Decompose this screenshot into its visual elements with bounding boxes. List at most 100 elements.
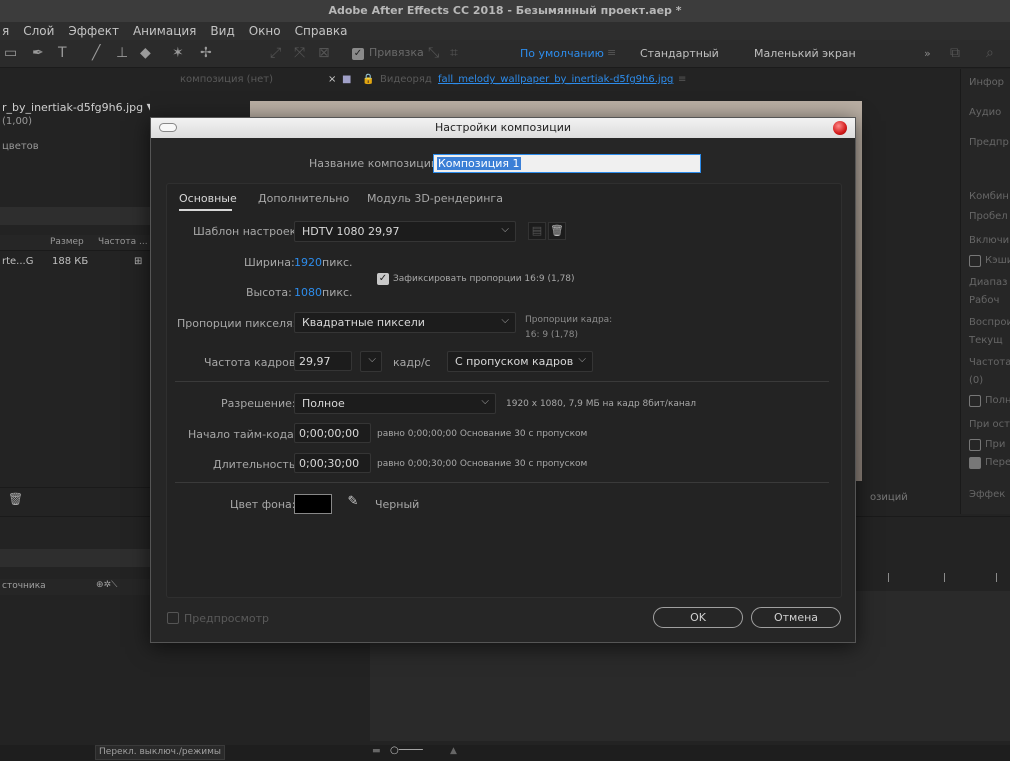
time-ruler[interactable]: | | | — [855, 557, 1010, 587]
snap-edges-icon[interactable]: ⌗ — [450, 45, 458, 61]
text-tool-icon[interactable]: T — [58, 45, 67, 61]
comp-name-input[interactable]: Композиция 1 — [433, 154, 701, 173]
start-timecode-input[interactable]: 0;00;00;00 — [294, 423, 371, 443]
width-value[interactable]: 1920 — [294, 256, 322, 269]
workspace-default[interactable]: По умолчанию — [520, 47, 604, 60]
cancel-button[interactable]: Отмена — [751, 607, 841, 628]
move-checkbox[interactable] — [969, 457, 981, 469]
ruler-tick: | — [887, 573, 891, 583]
snap-checkbox[interactable]: ✓ — [352, 48, 364, 60]
cache-label: Кэши — [985, 255, 1010, 266]
timeline-search-input[interactable] — [0, 549, 150, 567]
tab-menu-icon[interactable]: ≡ — [678, 74, 686, 85]
project-search-input[interactable] — [0, 207, 150, 225]
workspace-standard[interactable]: Стандартный — [640, 47, 719, 60]
height-unit: пикс. — [322, 286, 353, 299]
search-icon[interactable]: ⌕ — [986, 45, 994, 61]
column-frame-rate[interactable]: Частота ... — [98, 237, 148, 247]
lock-icon[interactable]: 🔒 — [362, 74, 374, 85]
shortcut-value[interactable]: Пробел — [969, 211, 1008, 222]
snap-options-icon[interactable]: ⤡ — [428, 45, 439, 61]
ok-button[interactable]: OK — [653, 607, 743, 628]
zoom-slider[interactable]: ○──── — [390, 745, 423, 756]
tab-footage-label[interactable]: Видеоряд — [380, 74, 432, 85]
list-item[interactable]: rte...G 188 КБ ⊞ — [0, 253, 150, 271]
frame-rate-value[interactable]: (0) — [969, 375, 983, 386]
pixel-aspect-dropdown[interactable]: Квадратные пиксели ⌵ — [294, 312, 516, 333]
eyedropper-icon[interactable]: ✎ — [343, 494, 363, 514]
menu-item-effect[interactable]: Эффект — [68, 22, 119, 40]
menu-item-layer-partial[interactable]: я — [2, 22, 9, 40]
pen-tool-icon[interactable]: ✒ — [32, 45, 44, 61]
more-workspaces-icon[interactable]: » — [924, 47, 931, 60]
on-stop-checkbox[interactable] — [969, 439, 981, 451]
dialog-toolbar-toggle[interactable] — [159, 123, 177, 132]
column-size[interactable]: Размер — [50, 237, 84, 247]
full-screen-checkbox[interactable] — [969, 395, 981, 407]
menu-item-animation[interactable]: Анимация — [133, 22, 196, 40]
resolution-dropdown[interactable]: Полное ⌵ — [294, 393, 496, 414]
view-axis-icon[interactable]: ⊠ — [318, 45, 330, 61]
comp-name-label: Название композиции: — [309, 157, 442, 170]
menu-item-layer[interactable]: Слой — [23, 22, 54, 40]
panel-switch-icon[interactable]: ⧉ — [950, 45, 960, 61]
frame-aspect-label: Пропорции кадра: — [525, 315, 613, 325]
preset-value: HDTV 1080 29,97 — [302, 225, 400, 238]
pixel-aspect-value: Квадратные пиксели — [302, 316, 425, 329]
eraser-tool-icon[interactable]: ◆ — [140, 45, 151, 61]
range-value[interactable]: Рабоч — [969, 295, 999, 306]
brush-tool-icon[interactable]: ╱ — [92, 45, 100, 61]
save-preset-icon[interactable]: ▤ — [528, 222, 546, 240]
workspace-menu-icon[interactable]: ≡ — [607, 46, 616, 59]
local-axis-icon[interactable]: ⤢ — [270, 45, 281, 61]
roto-brush-icon[interactable]: ✶ — [172, 45, 184, 61]
preset-dropdown[interactable]: HDTV 1080 29,97 ⌵ — [294, 221, 516, 242]
workspace-small-screen[interactable]: Маленький экран — [754, 47, 856, 60]
cache-checkbox[interactable] — [969, 255, 981, 267]
panel-info[interactable]: Инфор — [969, 77, 1004, 88]
menu-item-view[interactable]: Вид — [210, 22, 234, 40]
zoom-out-icon[interactable]: ▬ — [372, 746, 381, 756]
lock-aspect-checkbox[interactable]: ✓ — [377, 273, 389, 285]
project-colors-info: цветов — [2, 141, 39, 152]
tab-advanced[interactable]: Дополнительно — [258, 192, 349, 205]
duration-input[interactable]: 0;00;30;00 — [294, 453, 371, 473]
switches-icon[interactable]: ⊕✲⟍ — [96, 580, 117, 590]
column-source-name[interactable]: сточника — [2, 581, 46, 591]
background-color-swatch[interactable] — [294, 494, 332, 514]
ruler-tick: | — [995, 573, 999, 583]
panel-preview[interactable]: Предпр — [969, 137, 1009, 148]
frame-rate-input[interactable]: 29,97 — [294, 351, 352, 371]
project-selected-file[interactable]: r_by_inertiak-d5fg9h6.jpg ▼ — [2, 101, 155, 114]
preview-checkbox[interactable] — [167, 612, 179, 624]
width-unit: пикс. — [322, 256, 353, 269]
frame-rate-dropdown[interactable]: ⌵ — [360, 351, 382, 372]
close-icon[interactable] — [833, 121, 847, 135]
menu-bar: я Слой Эффект Анимация Вид Окно Справка — [0, 22, 1010, 40]
resolution-value: Полное — [302, 397, 345, 410]
tab-3d-renderer[interactable]: Модуль 3D-рендеринга — [367, 192, 503, 205]
world-axis-icon[interactable]: ⤧ — [294, 45, 305, 61]
tab-footage-file[interactable]: fall_melody_wallpaper_by_inertiak-d5fg9h… — [438, 74, 673, 85]
panel-effects[interactable]: Эффек — [969, 489, 1005, 500]
project-file-info: (1,00) — [2, 116, 33, 127]
drop-frame-dropdown[interactable]: С пропуском кадров ⌵ — [447, 351, 593, 372]
menu-item-help[interactable]: Справка — [295, 22, 348, 40]
rectangle-tool-icon[interactable]: ▭ — [4, 45, 17, 61]
tab-basic[interactable]: Основные — [179, 192, 237, 205]
clone-stamp-icon[interactable]: ⊥ — [116, 45, 128, 61]
play-from-value[interactable]: Текущ — [969, 335, 1003, 346]
panel-audio[interactable]: Аудио — [969, 107, 1001, 118]
close-tab-icon[interactable]: × — [328, 74, 336, 85]
zoom-in-icon[interactable]: ▲ — [450, 746, 457, 756]
puppet-pin-icon[interactable]: ✢ — [200, 45, 212, 61]
on-stop-label: При оста — [969, 419, 1010, 430]
toggle-switches-modes-button[interactable]: Перекл. выключ./режимы — [95, 745, 225, 760]
trash-icon[interactable]: 🗑 — [8, 492, 23, 506]
height-value[interactable]: 1080 — [294, 286, 322, 299]
delete-preset-icon[interactable]: 🗑 — [548, 222, 566, 240]
frame-rate-label: Частота кадров: — [204, 356, 300, 369]
settings-container — [166, 183, 842, 598]
tab-composition[interactable]: композиция (нет) — [180, 74, 273, 85]
menu-item-window[interactable]: Окно — [249, 22, 281, 40]
